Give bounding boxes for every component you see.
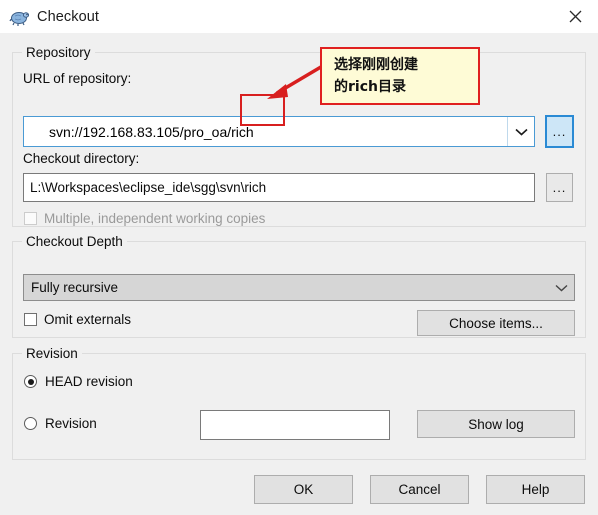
help-button[interactable]: Help [486,475,585,504]
ok-button[interactable]: OK [254,475,353,504]
cancel-button-label: Cancel [398,482,441,497]
annotation-callout: 选择刚刚创建 的rich目录 [320,47,480,105]
head-revision-label: HEAD revision [45,374,133,389]
checkout-depth-select[interactable]: Fully recursive [23,274,575,301]
choose-items-label: Choose items... [449,315,543,331]
ok-button-label: OK [293,482,314,497]
directory-browse-button[interactable]: ... [546,173,573,202]
multiple-copies-label: Multiple, independent working copies [44,211,266,226]
window-title: Checkout [37,8,100,25]
checkout-depth-group: Checkout Depth Fully recursive Omit exte… [12,234,586,338]
omit-externals-checkbox-row[interactable]: Omit externals [24,312,131,327]
chevron-down-icon [514,128,528,136]
annotation-line-1: 选择刚刚创建 [334,57,418,73]
url-dropdown-button[interactable] [507,117,534,146]
multiple-copies-checkbox [24,212,37,225]
show-log-label: Show log [468,416,524,432]
revision-input[interactable] [200,410,390,440]
omit-externals-checkbox[interactable] [24,313,37,326]
head-revision-radio-row[interactable]: HEAD revision [24,374,133,389]
checkout-depth-group-title: Checkout Depth [22,234,127,249]
revision-label: Revision [45,416,97,431]
checkout-dialog: Checkout Repository URL of repository: . [0,0,598,515]
checkout-depth-dropdown-button[interactable] [548,284,574,292]
checkout-directory-input[interactable] [23,173,535,202]
dialog-body: Repository URL of repository: ... Checko… [0,33,598,515]
help-button-label: Help [521,482,550,497]
annotation-line-2: 的rich目录 [334,79,406,95]
checkout-depth-value: Fully recursive [31,280,119,295]
head-revision-radio[interactable] [24,375,37,388]
checkout-directory-label: Checkout directory: [23,151,140,166]
revision-group: Revision HEAD revision Revision Show log [12,346,586,460]
omit-externals-label: Omit externals [44,312,132,327]
choose-items-button[interactable]: Choose items... [417,310,575,336]
revision-radio-row[interactable]: Revision [24,416,97,431]
directory-browse-label: ... [552,180,567,195]
revision-group-title: Revision [22,346,82,361]
revision-radio[interactable] [24,417,37,430]
repository-group-title: Repository [22,45,95,60]
url-input[interactable] [24,117,507,146]
repository-group: Repository URL of repository: ... Checko… [12,45,586,227]
title-bar: Checkout [0,0,598,33]
close-button[interactable] [552,0,598,33]
tortoise-icon [9,11,29,26]
url-browse-label: ... [552,124,567,139]
chevron-down-icon [555,284,567,291]
url-browse-button[interactable]: ... [545,115,574,148]
url-combobox[interactable] [23,116,535,147]
multiple-copies-checkbox-row: Multiple, independent working copies [24,211,265,226]
cancel-button[interactable]: Cancel [370,475,469,504]
close-icon [569,10,581,23]
url-label: URL of repository: [23,71,132,86]
show-log-button[interactable]: Show log [417,410,575,438]
